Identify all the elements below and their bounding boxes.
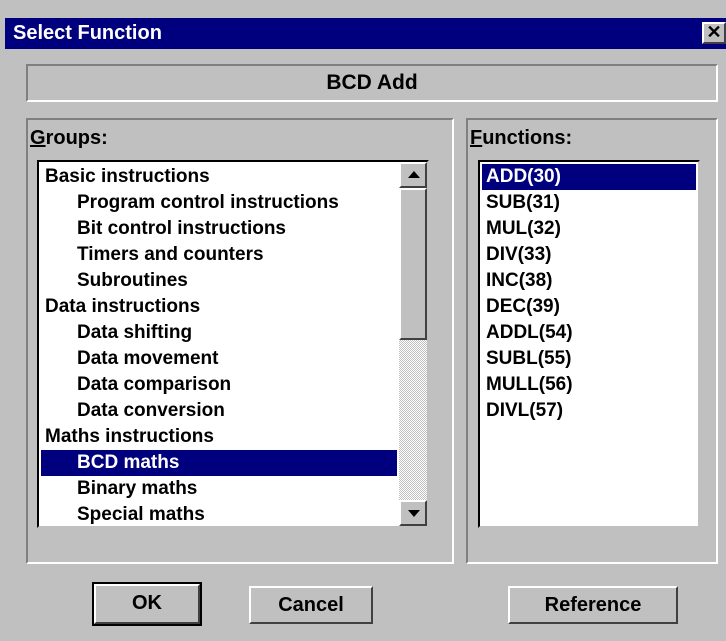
function-list-item[interactable]: DIV(33): [482, 242, 696, 268]
arrow-up-icon: [408, 171, 420, 178]
scroll-up-button[interactable]: [399, 162, 427, 188]
groups-label: Groups:: [30, 127, 108, 149]
function-list-item[interactable]: DEC(39): [482, 294, 696, 320]
group-list-item[interactable]: Program control instructions: [41, 190, 397, 216]
reference-button[interactable]: Reference: [508, 586, 678, 624]
functions-label: Functions:: [470, 127, 572, 149]
group-list-item[interactable]: Special maths: [41, 502, 397, 526]
group-list-item[interactable]: Basic instructions: [41, 164, 397, 190]
cancel-button[interactable]: Cancel: [249, 586, 373, 624]
functions-label-rest: unctions:: [482, 127, 573, 149]
group-list-item[interactable]: Timers and counters: [41, 242, 397, 268]
scroll-thumb[interactable]: [399, 188, 427, 340]
groups-label-accel: G: [30, 127, 46, 149]
close-icon[interactable]: ✕: [702, 22, 726, 44]
groups-label-rest: roups:: [45, 127, 108, 149]
group-list-item[interactable]: Data shifting: [41, 320, 397, 346]
group-list-item[interactable]: BCD maths: [41, 450, 397, 476]
functions-listbox[interactable]: ADD(30) SUB(31) MUL(32) DIV(33) INC(38) DEC(3…: [478, 160, 700, 528]
title-bar[interactable]: Select Function ✕: [5, 18, 726, 49]
function-list-item[interactable]: SUB(31): [482, 190, 696, 216]
functions-label-accel: F: [470, 127, 483, 149]
function-list-item[interactable]: INC(38): [482, 268, 696, 294]
function-list-item[interactable]: ADD(30): [482, 164, 696, 190]
function-list-item[interactable]: MULL(56): [482, 372, 696, 398]
group-list-item[interactable]: Bit control instructions: [41, 216, 397, 242]
scroll-down-button[interactable]: [399, 500, 427, 526]
function-list-item[interactable]: DIVL(57): [482, 398, 696, 424]
group-list-item[interactable]: Data comparison: [41, 372, 397, 398]
function-list-item[interactable]: ADDL(54): [482, 320, 696, 346]
group-list-item[interactable]: Maths instructions: [41, 424, 397, 450]
function-list-item[interactable]: SUBL(55): [482, 346, 696, 372]
group-list-item[interactable]: Data instructions: [41, 294, 397, 320]
function-list-item[interactable]: MUL(32): [482, 216, 696, 242]
window-title: Select Function: [13, 22, 162, 44]
ok-button[interactable]: OK: [92, 582, 202, 626]
select-function-dialog: Select Function ✕ BCD Add Groups: Functi…: [0, 0, 726, 641]
groups-scrollbar[interactable]: [399, 162, 427, 526]
group-list-item[interactable]: Binary maths: [41, 476, 397, 502]
group-list-item[interactable]: Subroutines: [41, 268, 397, 294]
group-list-item[interactable]: Data conversion: [41, 398, 397, 424]
groups-listbox[interactable]: Basic instructions Program control instru…: [37, 160, 429, 528]
group-list-item[interactable]: Data movement: [41, 346, 397, 372]
function-name-display: BCD Add: [26, 64, 718, 102]
arrow-down-icon: [408, 510, 420, 517]
